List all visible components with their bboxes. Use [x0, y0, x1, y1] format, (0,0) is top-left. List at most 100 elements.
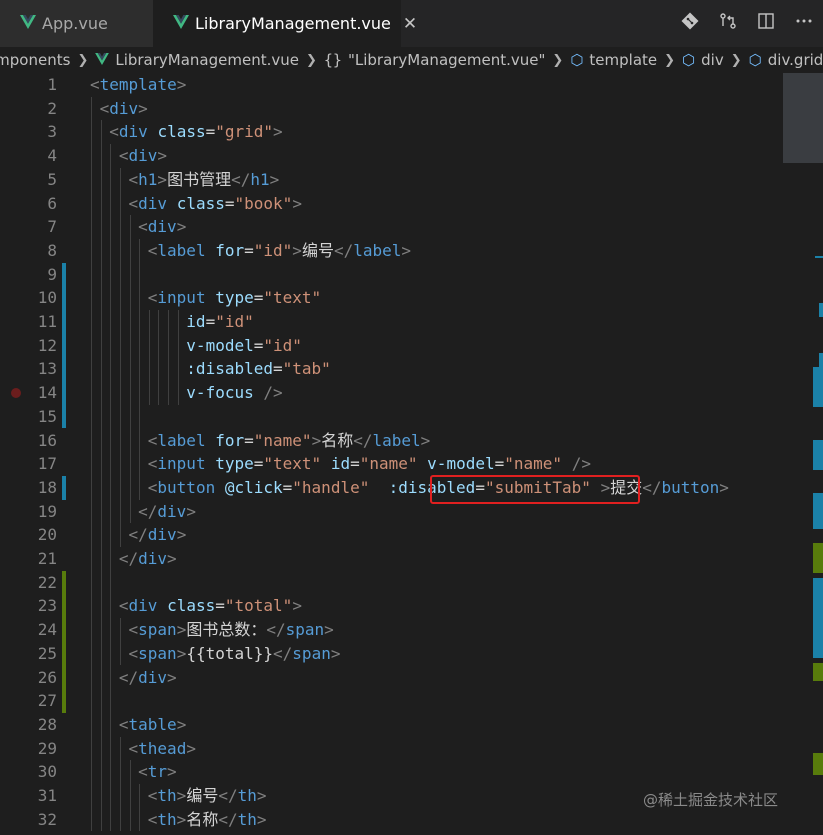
breadcrumb-item-module[interactable]: {} "LibraryManagement.vue" [324, 51, 546, 69]
minimap[interactable] [783, 73, 823, 835]
code-token: type [215, 288, 254, 308]
code-line[interactable]: v-focus /> [186, 381, 282, 405]
code-token: > [176, 525, 187, 545]
overview-ruler-mark [783, 73, 823, 163]
code-line[interactable]: <table> [119, 713, 186, 737]
code-line[interactable]: <input type="text" [148, 286, 321, 310]
code-token: > [292, 240, 302, 260]
code-line[interactable]: <h1>图书管理</h1> [129, 168, 280, 192]
more-icon[interactable] [785, 12, 823, 35]
code-line[interactable]: <th>名称</th> [148, 808, 267, 832]
code-line[interactable]: <div class="grid"> [109, 120, 282, 144]
code-token: table [128, 714, 177, 734]
line-number: 12 [37, 335, 57, 355]
code-token: h1 [138, 169, 158, 189]
code-token: :disabled [186, 359, 273, 379]
code-token: < [128, 193, 139, 213]
tab-library-management-vue[interactable]: LibraryManagement.vue ✕ [153, 0, 417, 47]
code-token: = [244, 430, 254, 450]
code-token: 名称 [186, 809, 219, 829]
chevron-right-icon: ❯ [305, 52, 317, 68]
code-line[interactable]: <label for="name">名称</label> [148, 429, 431, 453]
code-token: "text" [263, 288, 322, 308]
code-line[interactable]: </div> [129, 523, 187, 547]
code-line[interactable]: v-model="id" [186, 334, 302, 358]
line-number: 1 [47, 75, 57, 94]
line-number: 10 [37, 288, 57, 308]
close-icon[interactable]: ✕ [403, 14, 417, 34]
code-line[interactable]: <div> [138, 215, 186, 239]
code-token: = [205, 312, 216, 331]
line-number: 22 [37, 572, 57, 592]
code-line[interactable]: <div> [100, 97, 148, 121]
breadcrumb-item-file[interactable]: LibraryManagement.vue [95, 51, 299, 69]
code-line[interactable]: <span>{{total}}</span> [129, 642, 341, 666]
overview-ruler-mark [813, 663, 823, 681]
code-line[interactable]: <tr> [138, 760, 177, 784]
breadcrumb-item-div[interactable]: ⬡ div [682, 51, 724, 69]
code-line[interactable]: </div> [138, 500, 196, 524]
code-token: class [157, 122, 206, 142]
code-area[interactable]: <template> <div> <div class="grid"> <div> <h… [70, 73, 806, 835]
git-change-marker[interactable] [62, 475, 66, 500]
code-line[interactable]: <div> [119, 144, 167, 168]
tab-app-vue[interactable]: App.vue [0, 0, 153, 47]
code-token: 名称 [321, 430, 354, 450]
code-line[interactable]: <label for="id">编号</label> [148, 239, 411, 263]
code-token: for [215, 240, 245, 260]
code-token: = [494, 454, 505, 474]
source-control-icon[interactable] [709, 12, 747, 35]
code-token: type [215, 454, 254, 474]
code-token: v-model [186, 335, 254, 355]
code-line[interactable]: <span>图书总数：</span> [129, 618, 334, 642]
git-compare-icon[interactable] [671, 12, 709, 35]
code-line[interactable]: <thead> [129, 737, 196, 761]
code-line[interactable]: <th>编号</th> [148, 784, 267, 808]
code-line[interactable]: </div> [119, 547, 177, 571]
overview-ruler-mark [813, 509, 823, 529]
code-token: thead [138, 738, 187, 758]
vue-icon [173, 14, 189, 33]
code-token: span [292, 643, 331, 663]
line-number: 25 [37, 643, 57, 663]
code-token: 图书总数： [186, 620, 267, 640]
code-line[interactable]: <template> [90, 73, 186, 97]
code-line[interactable]: :disabled="tab" [186, 357, 331, 381]
code-token: = [253, 335, 264, 355]
breadcrumb-item-div-grid[interactable]: ⬡ div.grid [749, 51, 823, 69]
line-number: 24 [37, 620, 57, 640]
code-line[interactable]: <div class="book"> [129, 192, 302, 216]
git-change-marker[interactable] [62, 262, 66, 429]
code-token: < [147, 240, 158, 260]
code-line[interactable]: <div class="total"> [119, 594, 302, 618]
code-token: div [118, 122, 148, 142]
code-line[interactable]: </div> [119, 666, 177, 690]
symbol-cube-icon: ⬡ [570, 51, 584, 69]
line-number: 7 [47, 217, 57, 237]
code-token: < [109, 122, 119, 142]
overview-ruler-mark [813, 753, 823, 775]
code-token: > [157, 169, 168, 189]
tab-bar: App.vue LibraryManagement.vue ✕ [0, 0, 823, 47]
code-line[interactable]: id="id" [186, 310, 253, 334]
breadcrumb-item-components[interactable]: omponents [0, 51, 70, 69]
code-token: </ [138, 501, 158, 521]
breadcrumb-item-template[interactable]: ⬡ template [570, 51, 657, 69]
symbol-cube-icon: ⬡ [682, 51, 696, 69]
indent-guide [91, 96, 92, 832]
line-number: 20 [37, 525, 57, 545]
code-token: > [167, 762, 177, 782]
code-editor[interactable]: 1 2 3 4 5 6 7 8 9 10 11 12 13 14 15 16 17 18 19 20 21 22 23 24 2… [0, 73, 823, 835]
split-editor-icon[interactable] [747, 12, 785, 35]
code-token: = [205, 122, 216, 142]
code-line[interactable]: <input type="text" id="name" v-model="na… [148, 452, 591, 476]
code-token: > [719, 477, 729, 497]
code-token: > [176, 75, 187, 94]
git-change-marker[interactable] [62, 570, 66, 713]
